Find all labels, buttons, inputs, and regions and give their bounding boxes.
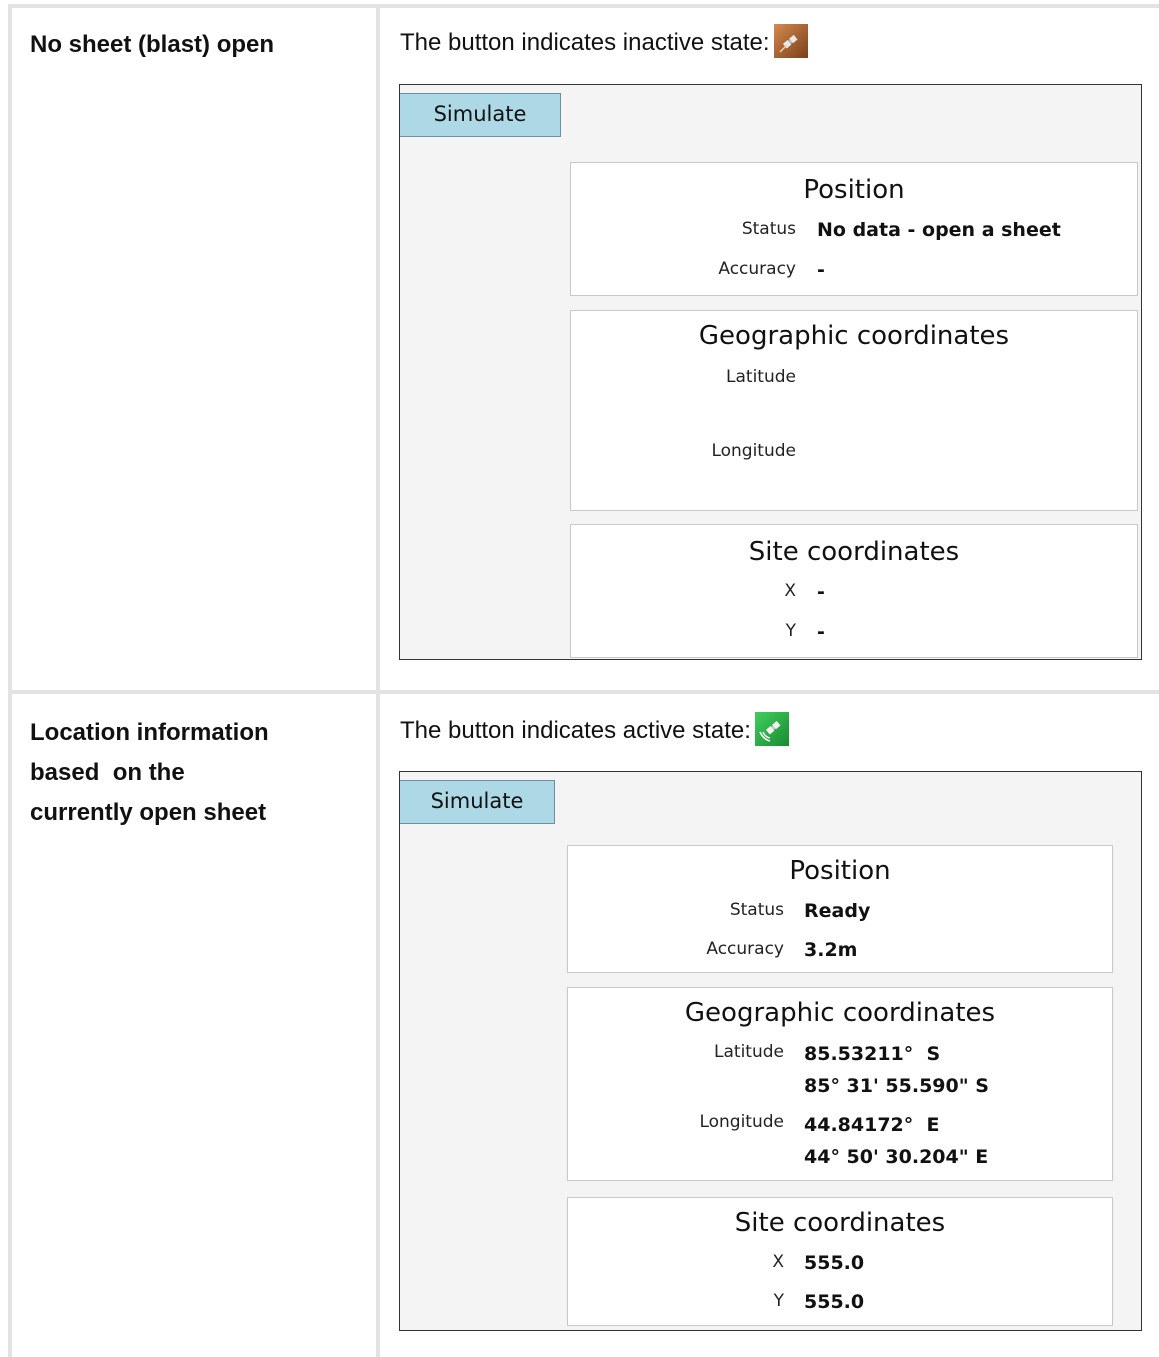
simulate-button[interactable]: Simulate bbox=[400, 780, 555, 824]
geographic-title: Geographic coordinates bbox=[684, 998, 996, 1028]
location-panel-active: Simulate Position Status Ready Accuracy … bbox=[399, 771, 1142, 1331]
accuracy-value: - bbox=[817, 259, 825, 281]
longitude-dms-value: 44° 50' 30.204" E bbox=[804, 1146, 989, 1168]
satellite-active-icon bbox=[754, 712, 789, 746]
row-label-location-info: Location information based on the curren… bbox=[30, 713, 269, 833]
latitude-decimal-value: 85.53211° S bbox=[804, 1043, 941, 1065]
latitude-label: Latitude bbox=[726, 367, 796, 387]
status-label: Status bbox=[741, 219, 796, 239]
y-label: Y bbox=[785, 621, 796, 641]
x-label: X bbox=[784, 581, 796, 601]
site-title: Site coordinates bbox=[734, 1208, 946, 1238]
x-value: - bbox=[817, 581, 825, 603]
x-label: X bbox=[772, 1252, 784, 1272]
site-coordinates-card: Site coordinates X 555.0 Y 555.0 bbox=[567, 1197, 1113, 1326]
site-title: Site coordinates bbox=[748, 537, 960, 567]
longitude-label: Longitude bbox=[699, 1112, 784, 1132]
caption-text: The button indicates inactive state: bbox=[400, 29, 770, 56]
latitude-label: Latitude bbox=[714, 1042, 784, 1062]
position-title: Position bbox=[789, 856, 891, 886]
longitude-decimal-value: 44.84172° E bbox=[804, 1114, 940, 1136]
status-label: Status bbox=[729, 900, 784, 920]
accuracy-label: Accuracy bbox=[718, 259, 796, 279]
caption-text: The button indicates active state: bbox=[400, 717, 751, 744]
site-coordinates-card: Site coordinates X - Y - bbox=[570, 524, 1138, 658]
accuracy-value: 3.2m bbox=[804, 939, 858, 961]
row-label-line: Location information bbox=[30, 719, 269, 746]
x-value: 555.0 bbox=[804, 1252, 865, 1274]
table-column-divider bbox=[376, 4, 380, 1357]
row-label-line: based on the bbox=[30, 759, 185, 786]
active-state-caption: The button indicates active state: bbox=[400, 712, 789, 748]
y-value: 555.0 bbox=[804, 1291, 865, 1313]
position-card: Position Status No data - open a sheet A… bbox=[570, 162, 1138, 296]
inactive-state-caption: The button indicates inactive state: bbox=[400, 24, 808, 60]
position-card: Position Status Ready Accuracy 3.2m bbox=[567, 845, 1113, 973]
status-value: No data - open a sheet bbox=[817, 219, 1061, 241]
location-panel-inactive: Simulate Position Status No data - open … bbox=[399, 84, 1142, 660]
table-top-border bbox=[8, 4, 1159, 8]
simulate-button[interactable]: Simulate bbox=[400, 93, 561, 137]
accuracy-label: Accuracy bbox=[706, 939, 784, 959]
y-value: - bbox=[817, 621, 825, 643]
table-row-divider bbox=[8, 690, 1159, 694]
table-left-border bbox=[8, 4, 12, 1357]
satellite-inactive-icon bbox=[773, 24, 808, 58]
row-label-no-sheet: No sheet (blast) open bbox=[30, 31, 275, 58]
latitude-dms-value: 85° 31' 55.590" S bbox=[804, 1075, 989, 1097]
y-label: Y bbox=[773, 1291, 784, 1311]
row-label-line: currently open sheet bbox=[30, 799, 267, 826]
geographic-coordinates-card: Geographic coordinates Latitude 85.53211… bbox=[567, 987, 1113, 1181]
position-title: Position bbox=[803, 175, 905, 205]
longitude-label: Longitude bbox=[711, 441, 796, 461]
geographic-coordinates-card: Geographic coordinates Latitude Longitud… bbox=[570, 310, 1138, 511]
status-value: Ready bbox=[804, 900, 871, 922]
geographic-title: Geographic coordinates bbox=[698, 321, 1010, 351]
